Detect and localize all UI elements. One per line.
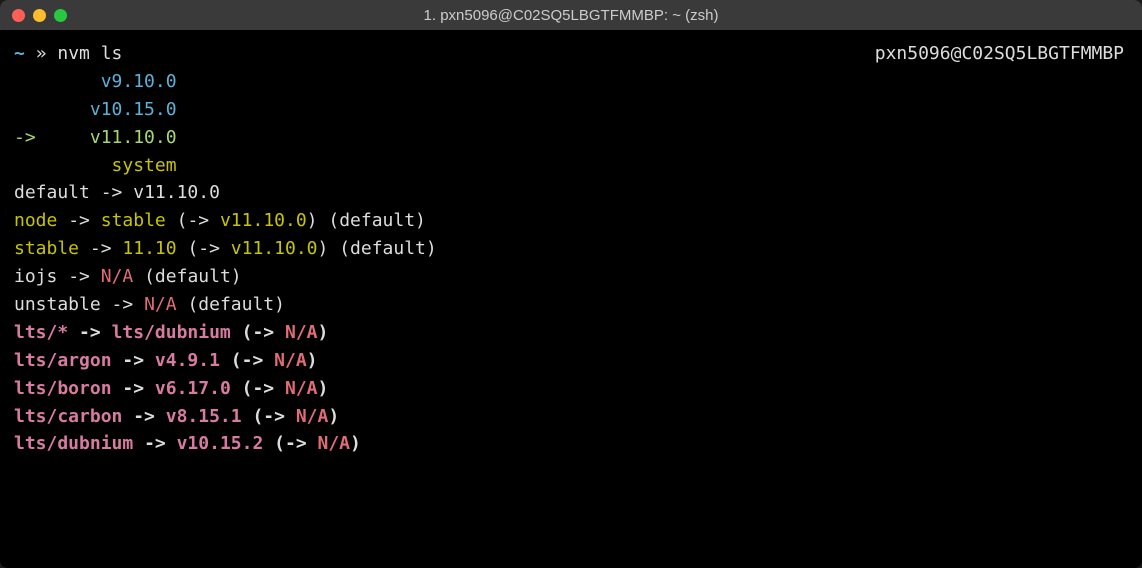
resolved-close: ): [318, 238, 329, 259]
lts-label: lts/argon: [14, 350, 112, 371]
lts-arrow: ->: [133, 406, 155, 427]
lts-target: v10.15.2: [177, 433, 264, 454]
lts-arrow: ->: [79, 322, 101, 343]
resolved-na: N/A: [285, 322, 318, 343]
alias-arrow: ->: [101, 182, 123, 203]
current-version-line: -> v11.10.0: [14, 124, 1128, 152]
alias-target: N/A: [144, 294, 177, 315]
traffic-lights: [12, 9, 67, 22]
alias-label: iojs: [14, 266, 57, 287]
lts-arrow: ->: [144, 433, 166, 454]
version-text: v9.10.0: [101, 71, 177, 92]
lts-label: lts/*: [14, 322, 68, 343]
alias-arrow: ->: [68, 210, 90, 231]
lts-arrow: ->: [122, 378, 144, 399]
alias-target: N/A: [101, 266, 134, 287]
version-text: v10.15.0: [90, 99, 177, 120]
lts-carbon: lts/carbon -> v8.15.1 (-> N/A): [14, 403, 1128, 431]
resolved-close: ): [318, 322, 329, 343]
resolved-na: N/A: [296, 406, 329, 427]
command-text: nvm ls: [57, 43, 122, 64]
lts-target: v8.15.1: [166, 406, 242, 427]
resolved-version: v11.10.0: [220, 210, 307, 231]
resolved-na: N/A: [285, 378, 318, 399]
lts-boron: lts/boron -> v6.17.0 (-> N/A): [14, 375, 1128, 403]
terminal-body[interactable]: pxn5096@C02SQ5LBGTFMMBP ~ » nvm ls v9.10…: [0, 30, 1142, 568]
lts-target: v4.9.1: [155, 350, 220, 371]
lts-argon: lts/argon -> v4.9.1 (-> N/A): [14, 347, 1128, 375]
lts-star: lts/* -> lts/dubnium (-> N/A): [14, 319, 1128, 347]
resolved-version: v11.10.0: [231, 238, 318, 259]
prompt-tilde: ~: [14, 43, 25, 64]
alias-target: 11.10: [122, 238, 176, 259]
alias-label: default: [14, 182, 90, 203]
resolved-close: ): [318, 378, 329, 399]
window-title: 1. pxn5096@C02SQ5LBGTFMMBP: ~ (zsh): [0, 7, 1142, 24]
alias-note: (default): [144, 266, 242, 287]
minimize-icon[interactable]: [33, 9, 46, 22]
resolved-na: N/A: [318, 433, 351, 454]
alias-label: stable: [14, 238, 79, 259]
alias-note: (default): [328, 210, 426, 231]
lts-label: lts/carbon: [14, 406, 122, 427]
lts-dubnium: lts/dubnium -> v10.15.2 (-> N/A): [14, 430, 1128, 458]
resolved-open: (->: [231, 350, 264, 371]
current-arrow: ->: [14, 127, 36, 148]
alias-target: v11.10.0: [133, 182, 220, 203]
prompt-arrow: »: [36, 43, 47, 64]
lts-target: v6.17.0: [155, 378, 231, 399]
alias-arrow: ->: [112, 294, 134, 315]
alias-note: (default): [339, 238, 437, 259]
lts-label: lts/boron: [14, 378, 112, 399]
titlebar: 1. pxn5096@C02SQ5LBGTFMMBP: ~ (zsh): [0, 0, 1142, 30]
resolved-open: (->: [187, 238, 220, 259]
system-text: system: [112, 155, 177, 176]
alias-arrow: ->: [90, 238, 112, 259]
terminal-window: 1. pxn5096@C02SQ5LBGTFMMBP: ~ (zsh) pxn5…: [0, 0, 1142, 568]
alias-label: unstable: [14, 294, 101, 315]
lts-label: lts/dubnium: [14, 433, 133, 454]
system-line: system: [14, 152, 1128, 180]
close-icon[interactable]: [12, 9, 25, 22]
resolved-close: ): [307, 350, 318, 371]
resolved-close: ): [350, 433, 361, 454]
lts-arrow: ->: [122, 350, 144, 371]
host-indicator: pxn5096@C02SQ5LBGTFMMBP: [875, 40, 1124, 68]
alias-target: stable: [101, 210, 166, 231]
resolved-open: (->: [274, 433, 307, 454]
alias-label: node: [14, 210, 57, 231]
alias-stable: stable -> 11.10 (-> v11.10.0) (default): [14, 235, 1128, 263]
resolved-open: (->: [252, 406, 285, 427]
alias-arrow: ->: [68, 266, 90, 287]
resolved-close: ): [328, 406, 339, 427]
resolved-open: (->: [177, 210, 210, 231]
maximize-icon[interactable]: [54, 9, 67, 22]
version-text: v11.10.0: [90, 127, 177, 148]
version-line: v9.10.0: [14, 68, 1128, 96]
resolved-na: N/A: [274, 350, 307, 371]
alias-note: (default): [187, 294, 285, 315]
alias-node: node -> stable (-> v11.10.0) (default): [14, 207, 1128, 235]
resolved-open: (->: [242, 322, 275, 343]
alias-iojs: iojs -> N/A (default): [14, 263, 1128, 291]
alias-default: default -> v11.10.0: [14, 179, 1128, 207]
version-line: v10.15.0: [14, 96, 1128, 124]
resolved-open: (->: [242, 378, 275, 399]
lts-target: lts/dubnium: [112, 322, 231, 343]
resolved-close: ): [307, 210, 318, 231]
alias-unstable: unstable -> N/A (default): [14, 291, 1128, 319]
